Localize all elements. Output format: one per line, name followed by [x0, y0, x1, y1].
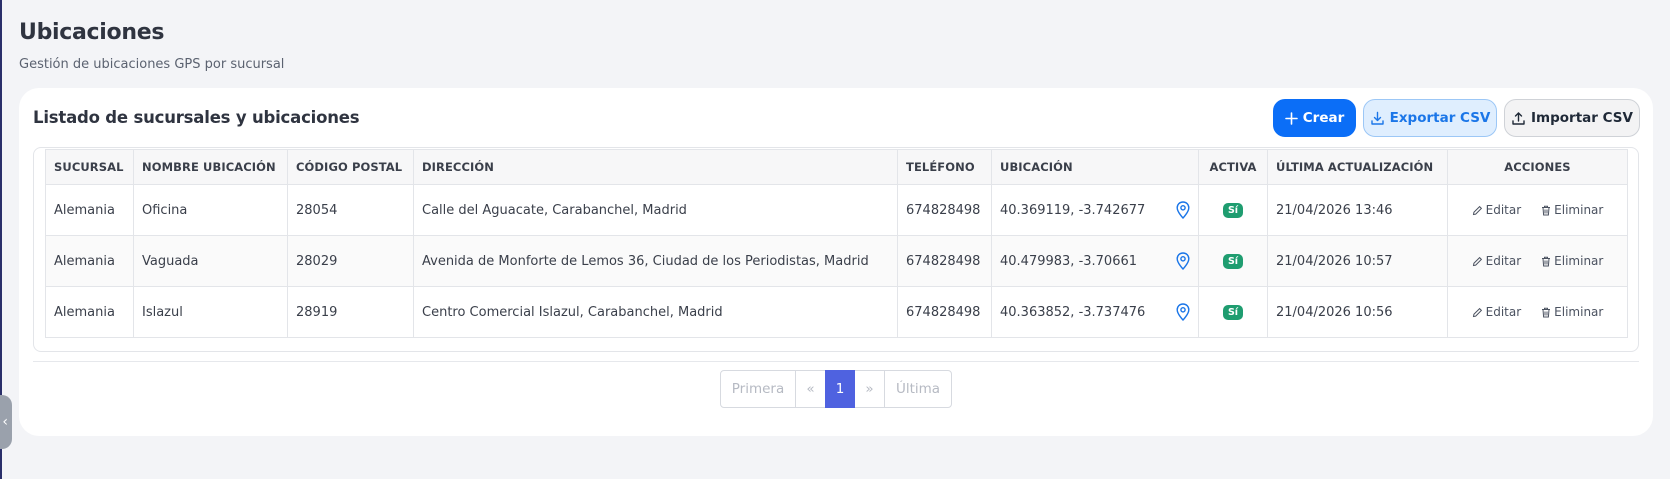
- map-pin-icon[interactable]: [1176, 252, 1190, 270]
- trash-icon: [1542, 256, 1551, 266]
- cell-telefono: 674828498: [897, 286, 992, 338]
- cell-ubicacion: 40.479983, -3.70661: [991, 235, 1199, 287]
- column-header[interactable]: SUCURSAL: [45, 149, 134, 185]
- sidebar-toggle[interactable]: ‹: [0, 395, 12, 449]
- cell-acciones: Editar Eliminar: [1447, 286, 1628, 338]
- delete-label: Eliminar: [1554, 254, 1604, 268]
- cell-codigo-postal: 28919: [287, 286, 414, 338]
- cell-codigo-postal: 28054: [287, 184, 414, 236]
- edit-button[interactable]: Editar: [1472, 254, 1522, 268]
- import-csv-button[interactable]: Importar CSV: [1504, 99, 1640, 137]
- column-header[interactable]: ACTIVA: [1198, 149, 1268, 185]
- pencil-icon: [1472, 205, 1482, 215]
- column-header[interactable]: NOMBRE UBICACIÓN: [133, 149, 288, 185]
- edit-label: Editar: [1485, 305, 1522, 319]
- locations-table: SUCURSAL NOMBRE UBICACIÓN CÓDIGO POSTAL …: [45, 149, 1628, 338]
- column-header: ACCIONES: [1447, 149, 1628, 185]
- cell-direccion: Avenida de Monforte de Lemos 36, Ciudad …: [413, 235, 898, 287]
- download-icon: [1370, 111, 1384, 125]
- cell-activa: Sí: [1198, 286, 1268, 338]
- cell-sucursal: Alemania: [45, 235, 134, 287]
- cell-acciones: Editar Eliminar: [1447, 235, 1628, 287]
- page-header: Ubicaciones Gestión de ubicaciones GPS p…: [19, 20, 284, 72]
- pagination-last[interactable]: Última: [884, 370, 952, 408]
- delete-button[interactable]: Eliminar: [1541, 305, 1603, 319]
- active-badge: Sí: [1222, 254, 1244, 269]
- delete-button[interactable]: Eliminar: [1541, 254, 1603, 268]
- column-header[interactable]: TELÉFONO: [897, 149, 992, 185]
- cell-sucursal: Alemania: [45, 286, 134, 338]
- locations-card: Listado de sucursales y ubicaciones Crea…: [19, 88, 1653, 436]
- create-button-label: Crear: [1302, 110, 1345, 126]
- pagination-first[interactable]: Primera: [720, 370, 796, 408]
- pagination-current-page[interactable]: 1: [825, 370, 855, 408]
- table-row: Alemania Vaguada 28029 Avenida de Monfor…: [45, 235, 1628, 287]
- column-header[interactable]: UBICACIÓN: [991, 149, 1199, 185]
- cell-ultima-actualizacion: 21/04/2026 10:56: [1267, 286, 1448, 338]
- cell-telefono: 674828498: [897, 235, 992, 287]
- coordinates: 40.479983, -3.70661: [1000, 253, 1138, 269]
- chevron-left-icon: ‹: [2, 414, 8, 430]
- import-csv-label: Importar CSV: [1531, 110, 1633, 126]
- coordinates: 40.363852, -3.737476: [1000, 304, 1146, 320]
- cell-nombre: Oficina: [133, 184, 288, 236]
- column-header[interactable]: ÚLTIMA ACTUALIZACIÓN: [1267, 149, 1448, 185]
- create-button[interactable]: Crear: [1273, 99, 1356, 137]
- delete-label: Eliminar: [1554, 305, 1604, 319]
- trash-icon: [1542, 307, 1551, 317]
- cell-ultima-actualizacion: 21/04/2026 13:46: [1267, 184, 1448, 236]
- pagination-next[interactable]: »: [854, 370, 885, 408]
- export-csv-label: Exportar CSV: [1389, 110, 1491, 126]
- delete-label: Eliminar: [1554, 203, 1604, 217]
- cell-acciones: Editar Eliminar: [1447, 184, 1628, 236]
- cell-nombre: Islazul: [133, 286, 288, 338]
- edit-button[interactable]: Editar: [1472, 203, 1522, 217]
- table-row: Alemania Islazul 28919 Centro Comercial …: [45, 286, 1628, 338]
- table-container: SUCURSAL NOMBRE UBICACIÓN CÓDIGO POSTAL …: [33, 147, 1639, 352]
- cell-nombre: Vaguada: [133, 235, 288, 287]
- cell-direccion: Centro Comercial Islazul, Carabanchel, M…: [413, 286, 898, 338]
- upload-icon: [1512, 111, 1525, 125]
- coordinates: 40.369119, -3.742677: [1000, 202, 1146, 218]
- cell-activa: Sí: [1198, 184, 1268, 236]
- edit-label: Editar: [1485, 254, 1522, 268]
- delete-button[interactable]: Eliminar: [1541, 203, 1603, 217]
- edit-button[interactable]: Editar: [1472, 305, 1522, 319]
- cell-activa: Sí: [1198, 235, 1268, 287]
- pagination: Primera « 1 » Última: [720, 370, 952, 408]
- column-header[interactable]: DIRECCIÓN: [413, 149, 898, 185]
- active-badge: Sí: [1222, 305, 1244, 320]
- active-badge: Sí: [1222, 203, 1244, 218]
- cell-ultima-actualizacion: 21/04/2026 10:57: [1267, 235, 1448, 287]
- plus-icon: [1284, 111, 1298, 125]
- map-pin-icon[interactable]: [1176, 201, 1190, 219]
- pencil-icon: [1472, 256, 1482, 266]
- export-csv-button[interactable]: Exportar CSV: [1363, 99, 1497, 137]
- map-pin-icon[interactable]: [1176, 303, 1190, 321]
- pagination-prev[interactable]: «: [795, 370, 826, 408]
- table-header-row: SUCURSAL NOMBRE UBICACIÓN CÓDIGO POSTAL …: [45, 149, 1628, 185]
- cell-telefono: 674828498: [897, 184, 992, 236]
- trash-icon: [1542, 205, 1551, 215]
- cell-ubicacion: 40.363852, -3.737476: [991, 286, 1199, 338]
- card-title: Listado de sucursales y ubicaciones: [33, 108, 360, 127]
- page-subtitle: Gestión de ubicaciones GPS por sucursal: [19, 57, 285, 72]
- table-row: Alemania Oficina 28054 Calle del Aguacat…: [45, 184, 1628, 236]
- pencil-icon: [1472, 307, 1482, 317]
- cell-codigo-postal: 28029: [287, 235, 414, 287]
- column-header[interactable]: CÓDIGO POSTAL: [287, 149, 414, 185]
- cell-sucursal: Alemania: [45, 184, 134, 236]
- cell-ubicacion: 40.369119, -3.742677: [991, 184, 1199, 236]
- cell-direccion: Calle del Aguacate, Carabanchel, Madrid: [413, 184, 898, 236]
- edit-label: Editar: [1485, 203, 1522, 217]
- divider: [33, 361, 1639, 362]
- page-title: Ubicaciones: [19, 20, 165, 45]
